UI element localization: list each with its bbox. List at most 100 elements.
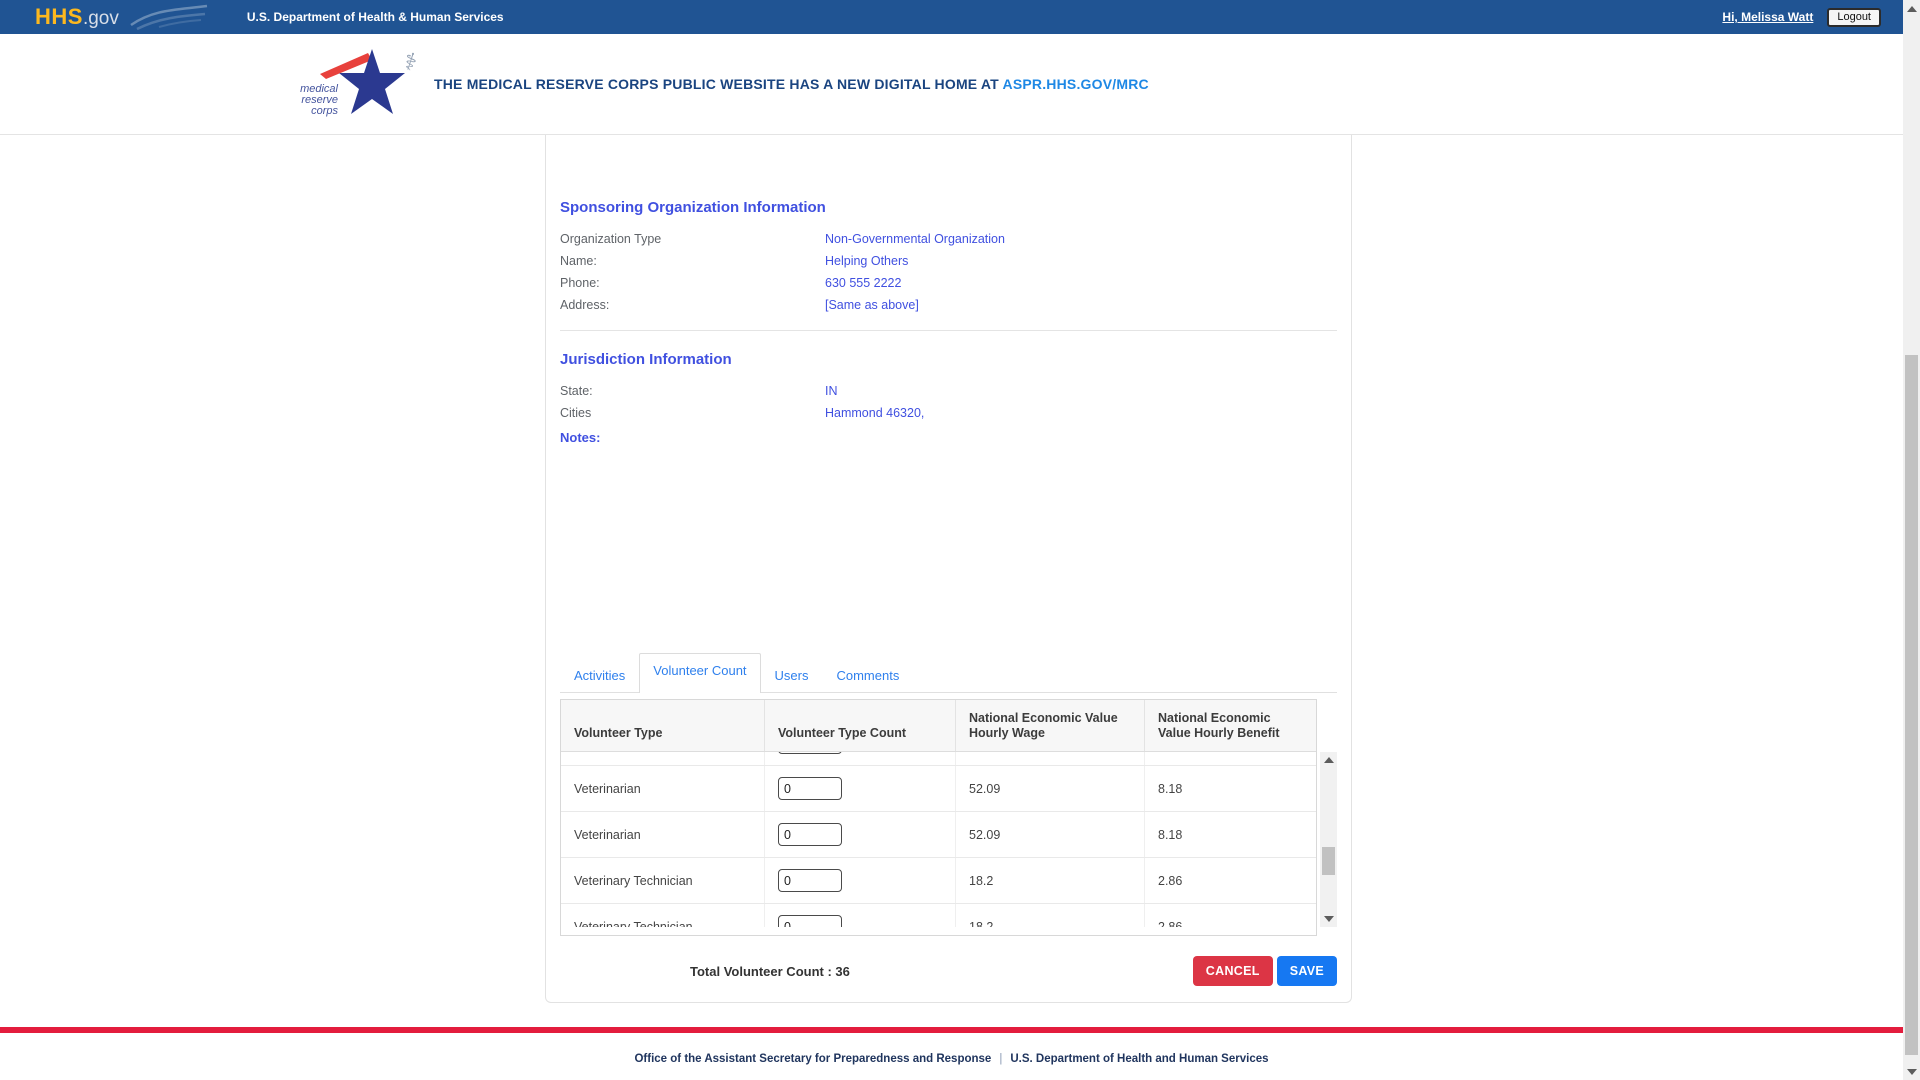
volunteer-count-table-zone: Volunteer Type Volunteer Type Count Nati… xyxy=(560,699,1337,936)
organization-detail-card: Sponsoring Organization Information Orga… xyxy=(545,135,1352,1003)
col-header-volunteer-type-count: Volunteer Type Count xyxy=(765,700,956,751)
volunteer-type-cell xyxy=(561,752,765,765)
page-vertical-scrollbar[interactable] xyxy=(1903,0,1920,1080)
tab[interactable]: Volunteer Count xyxy=(639,653,761,693)
table-row xyxy=(561,752,1316,766)
hhs-eagle-icon xyxy=(129,3,209,36)
col-header-nev-hourly-wage: National Economic Value Hourly Wage xyxy=(956,700,1145,751)
hhs-gov-logo[interactable]: HHS .gov xyxy=(35,4,119,30)
total-volunteer-count: Total Volunteer Count : 36 xyxy=(690,963,850,979)
volunteer-count-cell xyxy=(765,752,956,765)
field-value: Non-Governmental Organization xyxy=(825,232,1005,246)
volunteer-count-input[interactable] xyxy=(778,777,842,800)
footer-department-text: U.S. Department of Health and Human Serv… xyxy=(1010,1053,1269,1065)
tab-label: Users xyxy=(774,668,809,683)
page-scroll-thumb[interactable] xyxy=(1905,355,1918,1055)
field-value: Hammond 46320, xyxy=(825,406,925,420)
tab[interactable]: Users xyxy=(761,658,823,692)
tab[interactable]: Activities xyxy=(560,658,639,692)
hourly-wage-cell xyxy=(956,752,1145,765)
field-row: Cities Hammond 46320, xyxy=(560,402,1337,424)
hourly-benefit-cell xyxy=(1145,752,1316,765)
page-scroll-up-button[interactable] xyxy=(1903,0,1920,17)
field-row: Address: [Same as above] xyxy=(560,294,1337,316)
volunteer-type-cell: Veterinary Technician xyxy=(561,904,765,927)
banner-message: THE MEDICAL RESERVE CORPS PUBLIC WEBSITE… xyxy=(434,76,1149,92)
page-footer: Office of the Assistant Secretary for Pr… xyxy=(0,1027,1903,1080)
footer-office-text: Office of the Assistant Secretary for Pr… xyxy=(634,1053,992,1065)
svg-text:corps: corps xyxy=(311,105,338,117)
hourly-benefit-cell: 2.86 xyxy=(1158,919,1183,928)
scroll-up-icon xyxy=(1323,757,1334,763)
table-row: Veterinarian 52.09 8.18 xyxy=(561,766,1316,812)
footer-office-line: Office of the Assistant Secretary for Pr… xyxy=(0,1033,1903,1080)
tab-label: Activities xyxy=(574,668,626,683)
table-row: Veterinarian 52.09 8.18 xyxy=(561,812,1316,858)
table-actions-row: Total Volunteer Count : 36 CANCEL SAVE xyxy=(560,956,1337,986)
mrc-logo: ⚕ medical reserve corps xyxy=(300,44,420,125)
volunteer-count-input[interactable] xyxy=(778,823,842,846)
volunteer-count-cell xyxy=(765,858,956,903)
tab[interactable]: Comments xyxy=(822,658,913,692)
table-scroll-viewport: Veterinarian 52.09 8.18 Veterinarian xyxy=(561,752,1316,927)
notes-label: Notes: xyxy=(560,430,601,445)
field-row: State: IN xyxy=(560,380,1337,402)
scroll-down-icon xyxy=(1323,916,1334,922)
table-row: Veterinary Technician 18.2 2.86 xyxy=(561,858,1316,904)
hhs-logo-text: HHS xyxy=(35,4,83,29)
table-scroll-up-button[interactable] xyxy=(1320,752,1337,768)
field-label: Cities xyxy=(560,406,592,420)
logout-button[interactable]: Logout xyxy=(1827,7,1881,27)
table-header-row: Volunteer Type Volunteer Type Count Nati… xyxy=(561,700,1316,752)
scroll-down-icon xyxy=(1906,1068,1917,1075)
sponsoring-org-section-title: Sponsoring Organization Information xyxy=(560,199,826,216)
field-value: IN xyxy=(825,384,838,398)
hourly-benefit-cell: 2.86 xyxy=(1158,873,1183,888)
aspr-mrc-link[interactable]: ASPR.HHS.GOV/MRC xyxy=(1003,76,1149,92)
table-scroll-thumb[interactable] xyxy=(1322,847,1335,875)
col-header-nev-hourly-benefit: National Economic Value Hourly Benefit xyxy=(1158,710,1280,741)
field-label: Phone: xyxy=(560,276,600,290)
hhs-header-bar: HHS .gov U.S. Department of Health & Huma… xyxy=(0,0,1903,34)
volunteer-type-cell: Veterinarian xyxy=(561,766,765,811)
field-row: Organization Type Non-Governmental Organ… xyxy=(560,228,1337,250)
user-greeting-link[interactable]: Hi, Melissa Watt xyxy=(1722,10,1813,24)
save-button[interactable]: SAVE xyxy=(1276,956,1337,986)
table-row: Veterinary Technician 18.2 2.86 xyxy=(561,904,1316,927)
footer-separator: | xyxy=(999,1053,1003,1065)
hourly-wage-cell: 52.09 xyxy=(956,812,1145,857)
field-label: Address: xyxy=(560,298,610,312)
hourly-benefit-cell: 8.18 xyxy=(1158,827,1183,842)
volunteer-count-cell xyxy=(765,766,956,811)
volunteer-count-input[interactable] xyxy=(778,752,842,754)
table-scroll-down-button[interactable] xyxy=(1320,911,1337,927)
hourly-wage-cell: 18.2 xyxy=(956,904,1145,927)
volunteer-table-body: Veterinarian 52.09 8.18 Veterinarian xyxy=(561,752,1316,927)
mrc-banner: ⚕ medical reserve corps THE MEDICAL RESE… xyxy=(0,34,1903,135)
volunteer-count-input[interactable] xyxy=(778,915,842,927)
cancel-button[interactable]: CANCEL xyxy=(1192,956,1273,986)
jurisdiction-section-title: Jurisdiction Information xyxy=(560,351,732,368)
gov-logo-text: .gov xyxy=(82,8,119,29)
page-scroll-down-button[interactable] xyxy=(1903,1063,1920,1080)
scroll-up-icon xyxy=(1906,5,1917,12)
notes-empty-area xyxy=(560,445,1337,653)
field-value: Helping Others xyxy=(825,254,909,268)
svg-text:⚕: ⚕ xyxy=(400,47,420,77)
hourly-wage-cell: 52.09 xyxy=(956,766,1145,811)
hourly-wage-cell: 18.2 xyxy=(956,858,1145,903)
banner-message-text: THE MEDICAL RESERVE CORPS PUBLIC WEBSITE… xyxy=(434,76,1003,92)
volunteer-count-cell xyxy=(765,904,956,927)
volunteer-count-input[interactable] xyxy=(778,869,842,892)
field-label: Organization Type xyxy=(560,232,662,246)
field-value: 630 555 2222 xyxy=(825,276,902,290)
tab-label: Comments xyxy=(836,668,900,683)
volunteer-count-table: Volunteer Type Volunteer Type Count Nati… xyxy=(560,699,1317,936)
table-vertical-scrollbar[interactable] xyxy=(1320,752,1337,927)
jurisdiction-fields: State: IN Cities Hammond 46320, xyxy=(560,380,1337,424)
field-label: Name: xyxy=(560,254,597,268)
volunteer-count-cell xyxy=(765,812,956,857)
sponsoring-org-fields: Organization Type Non-Governmental Organ… xyxy=(560,228,1337,316)
field-row: Name: Helping Others xyxy=(560,250,1337,272)
tab-label: Volunteer Count xyxy=(653,663,747,678)
